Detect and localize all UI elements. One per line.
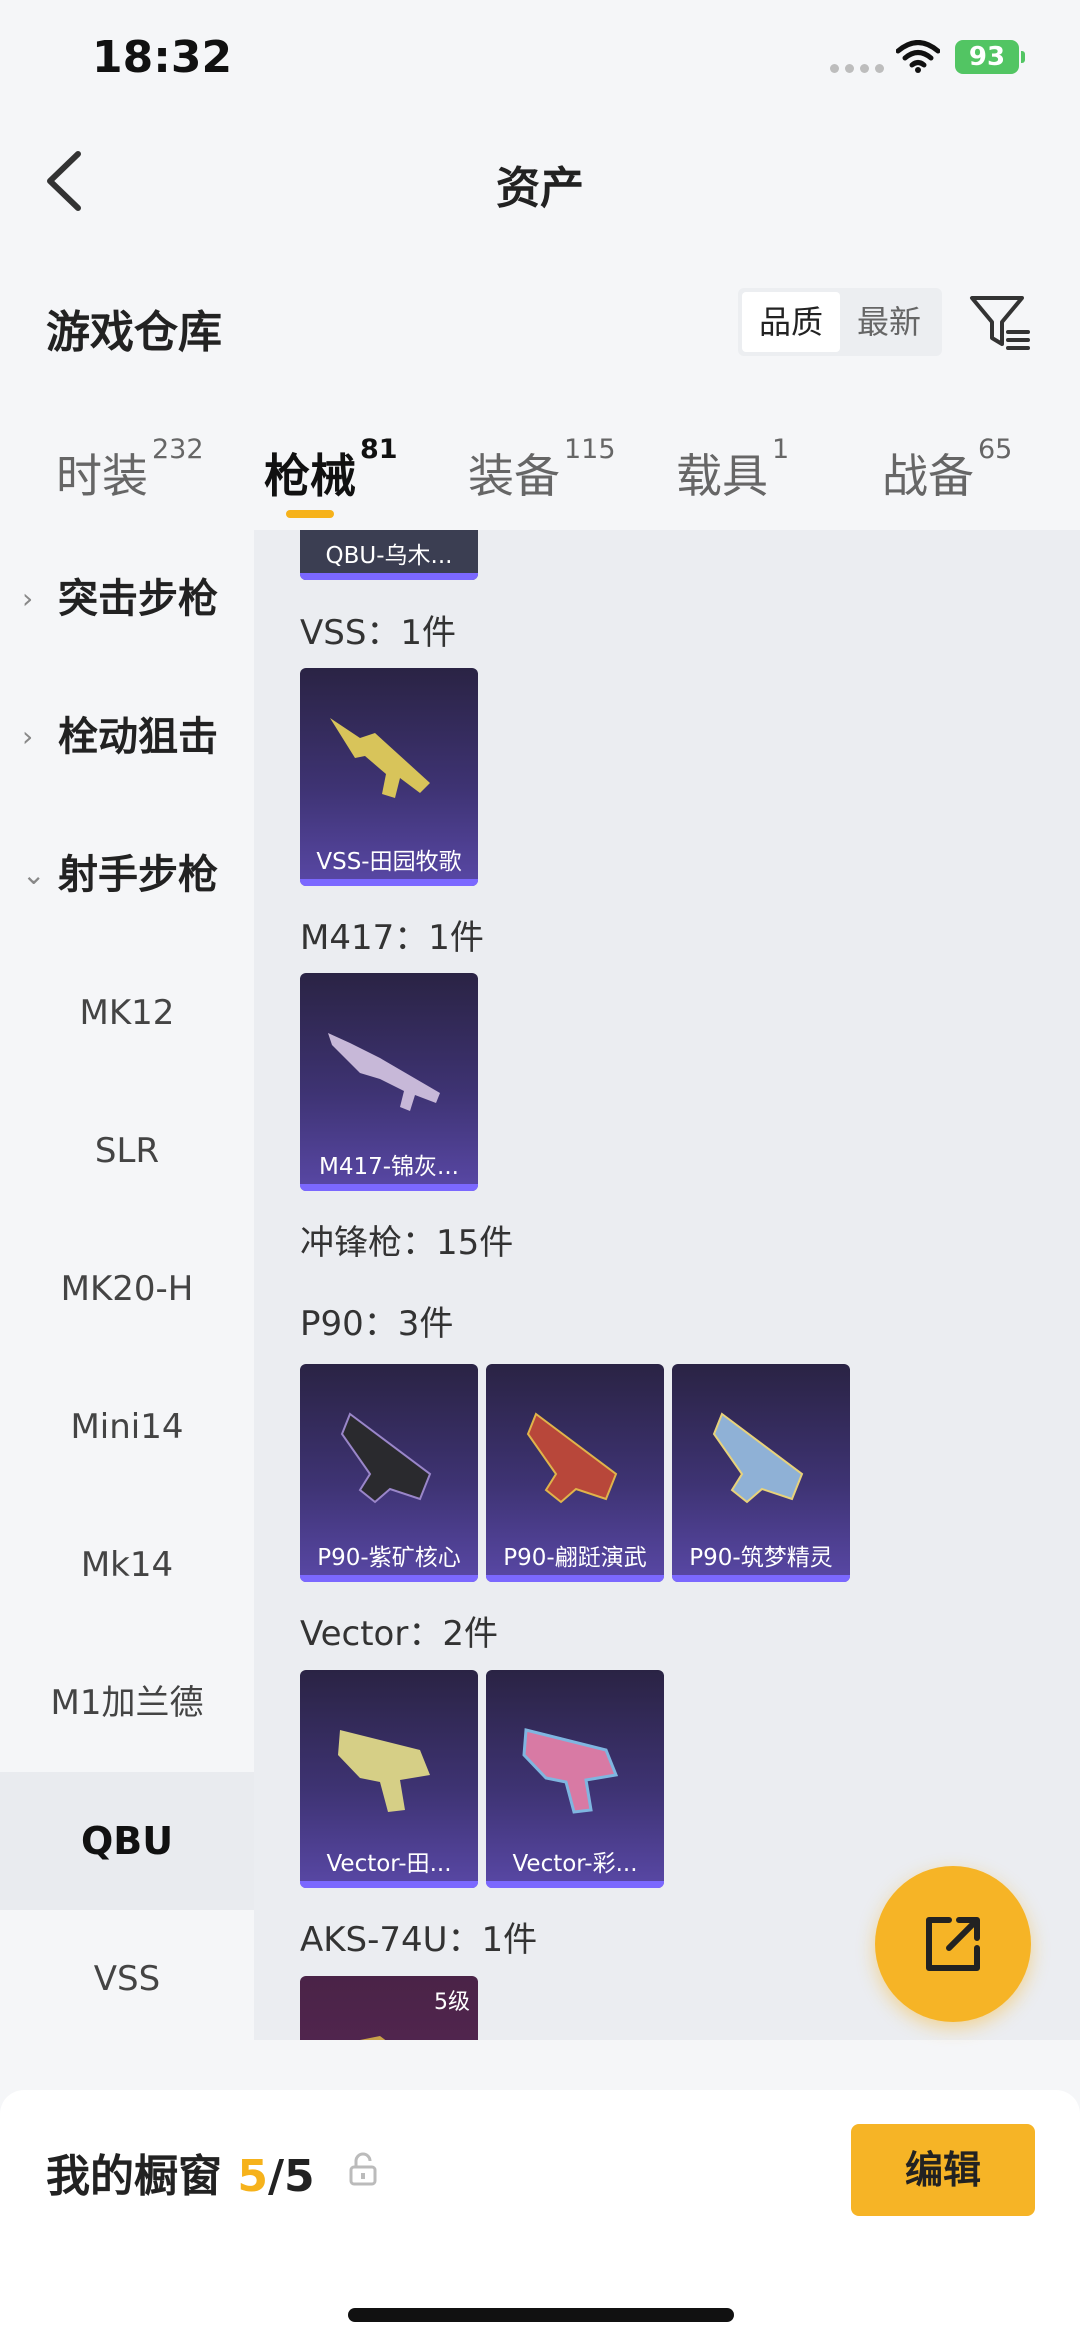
chevron-down-icon: ⌄	[22, 858, 46, 891]
weapon-card[interactable]: Vector-彩...	[486, 1670, 664, 1888]
section-title: 游戏仓库	[46, 307, 222, 358]
home-indicator	[348, 2308, 734, 2322]
weapon-card-label: QBU-乌木...	[325, 543, 453, 569]
weapon-card-label: Vector-彩...	[512, 1851, 638, 1877]
weapon-list: QBU-乌木... VSS：1件 VSS-田园牧歌 M417：1件 M417-锦…	[254, 530, 1080, 2040]
smg-icon	[522, 1728, 619, 1814]
rifle-icon	[330, 718, 430, 798]
showcase-total: /5	[267, 2151, 315, 2202]
lock-icon	[349, 2152, 377, 2186]
group-label: AKS-74U：1件	[300, 1920, 538, 1960]
tab-guns[interactable]: 枪械 81	[264, 434, 398, 506]
tab-vehicles[interactable]: 载具 1	[676, 434, 789, 506]
weapon-card-label: P90-紫矿核心	[317, 1545, 461, 1571]
sort-latest[interactable]: 最新	[840, 292, 938, 352]
sort-quality[interactable]: 品质	[742, 292, 840, 352]
sidebar-group-assault-rifle[interactable]: › 突击步枪	[0, 530, 254, 668]
group-label: Vector：2件	[300, 1614, 498, 1654]
tab-supplies[interactable]: 战备 65	[882, 434, 1012, 506]
filter-icon[interactable]	[968, 292, 1032, 356]
sidebar-item-mk20h[interactable]: MK20-H	[0, 1220, 254, 1358]
sidebar-item-m1-garand[interactable]: M1加兰德	[0, 1634, 254, 1772]
weapon-card[interactable]: P90-紫矿核心	[300, 1364, 478, 1582]
edit-button[interactable]: 编辑	[851, 2124, 1035, 2216]
chevron-right-icon: ›	[22, 582, 34, 615]
weapon-card[interactable]: QBU-乌木...	[300, 530, 478, 580]
tab-equipment[interactable]: 装备 115	[468, 434, 616, 506]
smg-icon	[340, 1412, 432, 1504]
weapon-card[interactable]: P90-翩跹演武	[486, 1364, 664, 1582]
smg-icon	[712, 1412, 804, 1504]
sidebar-item-mk14[interactable]: Mk14	[0, 1496, 254, 1634]
group-label: M417：1件	[300, 918, 484, 958]
weapon-card[interactable]: Vector-田...	[300, 1670, 478, 1888]
section-header: 游戏仓库 品质 最新	[0, 270, 1080, 380]
weapon-card-label: P90-翩跹演武	[503, 1545, 647, 1571]
category-tabs: 时装 232 枪械 81 装备 115 载具 1 战备 65	[0, 420, 1080, 530]
sidebar-item-slr[interactable]: SLR	[0, 1082, 254, 1220]
chevron-right-icon: ›	[22, 720, 34, 753]
tab-active-indicator	[286, 510, 334, 518]
rifle-icon	[328, 1033, 440, 1111]
sidebar-item-qbu[interactable]: QBU	[0, 1772, 254, 1910]
group-label: VSS：1件	[300, 613, 457, 653]
group-label: P90：3件	[300, 1304, 454, 1344]
group-label: 冲锋枪：15件	[300, 1223, 514, 1263]
battery-indicator: 93	[955, 40, 1025, 74]
showcase-bar: 我的橱窗 5/5 编辑	[0, 2090, 1080, 2339]
sort-toggle: 品质 最新	[738, 288, 942, 356]
sidebar-group-bolt-sniper[interactable]: › 栓动狙击	[0, 668, 254, 806]
sidebar-group-marksman-rifle[interactable]: ⌄ 射手步枪	[0, 806, 254, 944]
signal-icon	[830, 64, 884, 73]
showcase-label: 我的橱窗	[46, 2151, 222, 2202]
smg-icon	[526, 1412, 618, 1504]
status-bar: 18:32 93	[0, 0, 1080, 120]
weapon-card[interactable]: 5级	[300, 1976, 478, 2040]
weapon-card[interactable]: P90-筑梦精灵	[672, 1364, 850, 1582]
weapon-type-sidebar: › 突击步枪 › 栓动狙击 ⌄ 射手步枪 MK12 SLR MK20-H Mini14…	[0, 530, 254, 2040]
wifi-icon	[896, 40, 940, 73]
smg-icon	[360, 2036, 386, 2040]
share-button[interactable]	[875, 1866, 1031, 2022]
sidebar-item-mini14[interactable]: Mini14	[0, 1358, 254, 1496]
weapon-card-label: Vector-田...	[326, 1851, 452, 1877]
page-title: 资产	[496, 163, 584, 214]
smg-icon	[338, 1730, 430, 1812]
weapon-card-label: M417-锦灰...	[319, 1154, 459, 1180]
tab-fashion[interactable]: 时装 232	[56, 434, 204, 506]
share-icon	[926, 1917, 980, 1971]
weapon-card[interactable]: M417-锦灰...	[300, 973, 478, 1191]
weapon-card-label: P90-筑梦精灵	[689, 1545, 833, 1571]
sidebar-item-vss[interactable]: VSS	[0, 1910, 254, 2048]
weapon-card[interactable]: VSS-田园牧歌	[300, 668, 478, 886]
status-time: 18:32	[92, 32, 233, 83]
sidebar-item-mk12[interactable]: MK12	[0, 944, 254, 1082]
showcase-used: 5	[237, 2151, 268, 2202]
showcase-title: 我的橱窗 5/5	[46, 2140, 315, 2204]
weapon-card-label: VSS-田园牧歌	[316, 849, 462, 875]
nav-bar: 资产	[0, 130, 1080, 230]
